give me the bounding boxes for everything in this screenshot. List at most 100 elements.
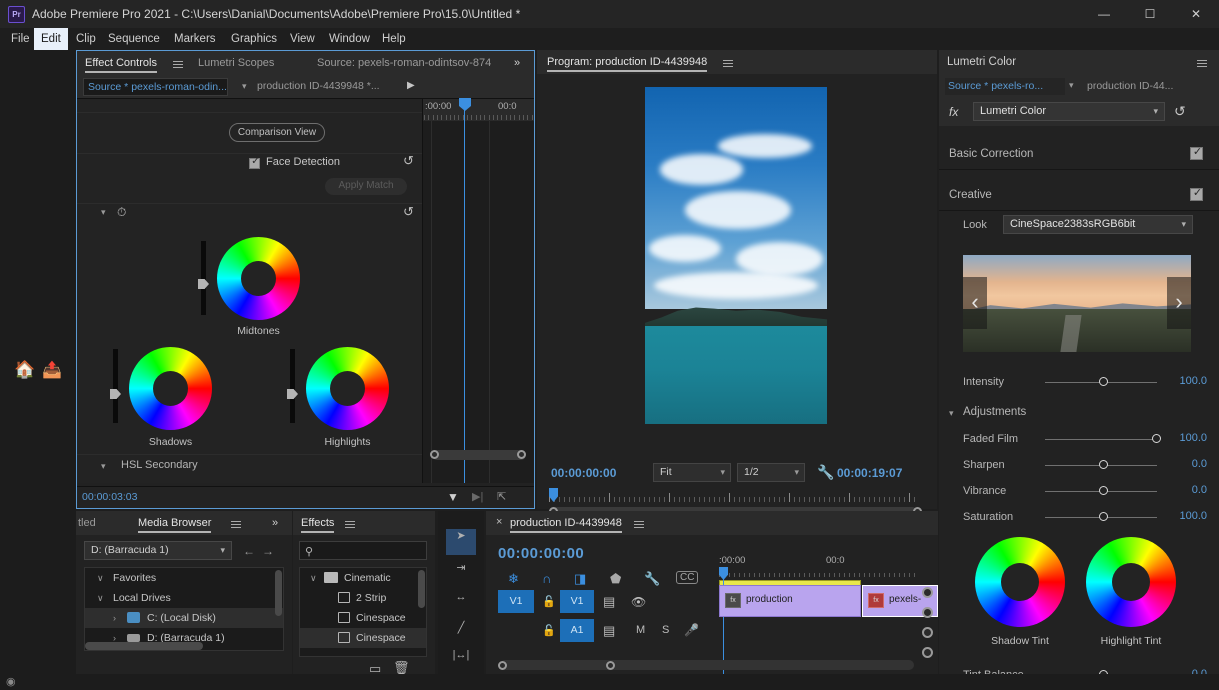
- media-browser-hscrollbar[interactable]: [85, 642, 203, 650]
- program-video-frame[interactable]: [645, 87, 827, 424]
- program-fit-select[interactable]: Fit ▾: [653, 463, 731, 482]
- midtones-luma-thumb[interactable]: [198, 279, 209, 289]
- comparison-view-button[interactable]: Comparison View: [229, 123, 325, 142]
- shadows-luma-thumb[interactable]: [110, 389, 121, 399]
- effects-tree-item-2-strip[interactable]: 2 Strip: [300, 588, 426, 608]
- tree-item-favorites[interactable]: ∨ Favorites: [85, 568, 283, 588]
- tree-item-c-drive[interactable]: › C: (Local Disk): [85, 608, 283, 628]
- tab-source-clip[interactable]: Source: pexels-roman-odintsov-874: [317, 51, 491, 75]
- ec-zoom-bar[interactable]: [432, 450, 526, 460]
- program-menu-icon[interactable]: [723, 58, 733, 69]
- twisty-icon[interactable]: ∨: [97, 573, 104, 584]
- program-current-timecode[interactable]: 00:00:00:00: [551, 466, 616, 480]
- adjustments-twisty-icon[interactable]: ▾: [949, 408, 954, 419]
- export-icon[interactable]: 📤: [42, 360, 62, 380]
- look-preview-thumbnail[interactable]: ‹ ›: [963, 255, 1191, 352]
- forward-arrow-icon[interactable]: →: [262, 544, 274, 558]
- back-arrow-icon[interactable]: ←: [243, 544, 255, 558]
- menu-markers[interactable]: Markers: [167, 28, 223, 50]
- next-keyframe-icon[interactable]: ▶|: [472, 490, 483, 503]
- track-v1-sync-icon[interactable]: ▤: [603, 594, 615, 610]
- menu-graphics[interactable]: Graphics: [224, 28, 284, 50]
- reset-effect-icon[interactable]: ↺: [1174, 103, 1186, 120]
- snap-icon[interactable]: ∩: [542, 571, 551, 586]
- effect-controls-play-icon[interactable]: ▶: [407, 80, 415, 91]
- effects-tree[interactable]: ∨ Cinematic 2 Strip Cinespace Cinespace: [299, 567, 427, 657]
- timeline-zoom-bar[interactable]: [500, 660, 914, 670]
- effects-menu-icon[interactable]: [345, 519, 355, 530]
- tab-media-browser[interactable]: Media Browser: [138, 511, 212, 535]
- effects-tree-item-cinespace-1[interactable]: Cinespace: [300, 608, 426, 628]
- selection-tool[interactable]: ➤: [446, 529, 476, 555]
- section-creative[interactable]: Creative: [939, 181, 1219, 211]
- timeline-zoom-left-handle[interactable]: [498, 661, 507, 670]
- menu-help[interactable]: Help: [375, 28, 413, 50]
- track-a1-mic-icon[interactable]: 🎤: [684, 623, 699, 637]
- effect-controls-timeline[interactable]: :00:00 00:0: [422, 98, 534, 483]
- timeline-menu-icon[interactable]: [634, 519, 644, 530]
- nest-sequence-icon[interactable]: ❄: [508, 571, 519, 587]
- program-ruler[interactable]: [549, 490, 919, 502]
- timeline-close-icon[interactable]: ×: [496, 516, 502, 528]
- lumetri-effect-select[interactable]: Lumetri Color ▾: [973, 102, 1165, 121]
- razor-tool[interactable]: ╱: [446, 621, 476, 647]
- track-a1-lock-icon[interactable]: 🔓: [542, 624, 556, 637]
- effect-controls-overflow-icon[interactable]: »: [514, 51, 520, 75]
- tab-project-partial[interactable]: tled: [78, 511, 96, 535]
- media-browser-tree[interactable]: ∨ Favorites ∨ Local Drives › C: (Local D…: [84, 567, 284, 651]
- keyframe-dot-4[interactable]: [922, 647, 933, 658]
- timeline-clip-production[interactable]: fx production: [719, 585, 861, 617]
- hsl-secondary-twisty-icon[interactable]: ▾: [101, 461, 106, 472]
- stopwatch-icon[interactable]: ⏱: [117, 205, 126, 220]
- settings-wrench-icon[interactable]: 🔧: [817, 464, 834, 481]
- twisty-icon[interactable]: ∨: [97, 593, 104, 604]
- highlights-luma-slider[interactable]: [290, 349, 295, 423]
- keyframe-dot-1[interactable]: [922, 587, 933, 598]
- track-a1-mute-icon[interactable]: M: [636, 624, 645, 636]
- vibrance-value[interactable]: 0.0: [1163, 484, 1207, 496]
- chevron-down-icon[interactable]: ▾: [242, 81, 247, 92]
- track-a1-solo-icon[interactable]: S: [662, 624, 669, 636]
- sharpen-knob[interactable]: [1099, 460, 1108, 469]
- maximize-button[interactable]: ☐: [1127, 0, 1173, 28]
- tab-effects[interactable]: Effects: [301, 511, 335, 535]
- face-detection-checkbox[interactable]: [249, 156, 261, 169]
- linked-selection-icon[interactable]: ◨: [574, 571, 586, 587]
- highlights-luma-thumb[interactable]: [287, 389, 298, 399]
- shadows-luma-slider[interactable]: [113, 349, 118, 423]
- effects-search-input[interactable]: ⚲: [299, 541, 427, 560]
- intensity-value[interactable]: 100.0: [1163, 375, 1207, 387]
- lumetri-menu-icon[interactable]: [1197, 58, 1207, 69]
- track-v1-eye-icon[interactable]: 👁: [631, 595, 646, 609]
- track-select-forward-tool[interactable]: ⇥: [446, 561, 476, 587]
- timeline-zoom-right-handle[interactable]: [606, 661, 615, 670]
- track-v1-lock-icon[interactable]: 🔓: [542, 595, 556, 608]
- midtones-luma-slider[interactable]: [201, 241, 206, 315]
- faded-film-value[interactable]: 100.0: [1163, 432, 1207, 444]
- twisty-icon[interactable]: ∨: [310, 573, 317, 584]
- apply-match-button[interactable]: Apply Match: [325, 178, 407, 195]
- track-v1-name[interactable]: V1: [498, 590, 534, 613]
- media-browser-drive-select[interactable]: D: (Barracuda 1) ▾: [84, 541, 232, 560]
- section-basic-correction[interactable]: Basic Correction: [939, 140, 1219, 170]
- lumetri-source-select[interactable]: Source * pexels-ro...: [945, 78, 1065, 95]
- track-a1-sync-icon[interactable]: ▤: [603, 623, 615, 639]
- shadow-tint-wheel[interactable]: [975, 537, 1065, 627]
- track-v1-target[interactable]: V1: [560, 590, 594, 613]
- effect-controls-menu-icon[interactable]: [173, 59, 183, 70]
- look-select[interactable]: CineSpace2383sRGB6bit ▾: [1003, 215, 1193, 234]
- export-frame-icon[interactable]: ⇱: [497, 490, 506, 503]
- media-browser-overflow-icon[interactable]: »: [272, 511, 278, 535]
- look-next-button[interactable]: ›: [1167, 277, 1191, 329]
- effects-tree-item-cinespace-2[interactable]: Cinespace: [300, 628, 426, 648]
- highlight-tint-wheel[interactable]: [1086, 537, 1176, 627]
- timeline-timecode[interactable]: 00:00:00:00: [498, 545, 584, 562]
- intensity-knob[interactable]: [1099, 377, 1108, 386]
- ec-zoom-right-handle[interactable]: [517, 450, 526, 459]
- effect-controls-timecode[interactable]: 00:00:03:03: [82, 491, 137, 503]
- menu-edit[interactable]: Edit: [34, 28, 68, 50]
- close-button[interactable]: ✕: [1173, 0, 1219, 28]
- menu-file[interactable]: File: [4, 28, 37, 50]
- effect-controls-ruler[interactable]: :00:00 00:0: [423, 99, 534, 121]
- reset-parameter-icon-1[interactable]: ↺: [403, 153, 414, 169]
